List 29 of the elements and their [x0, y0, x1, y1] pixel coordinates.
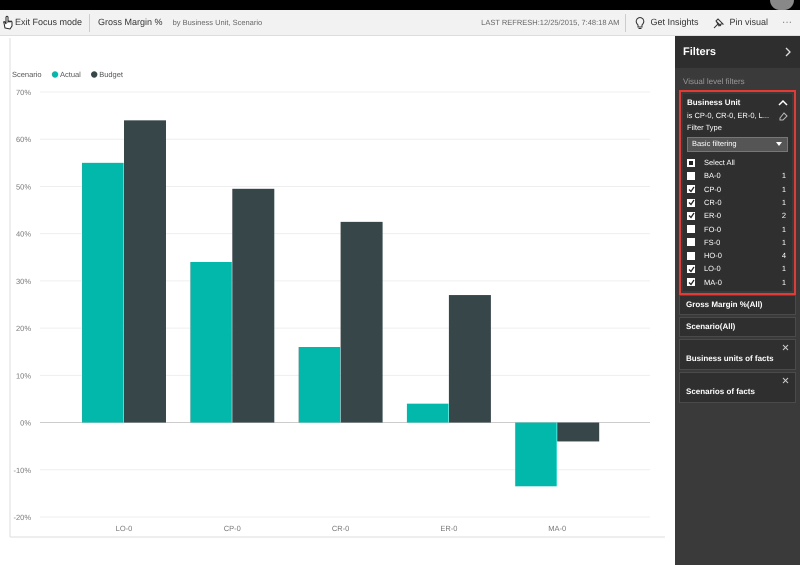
filter-card[interactable]: Gross Margin %(All) [679, 295, 796, 316]
chevron-right-icon [784, 47, 792, 57]
filter-card[interactable]: Business units of facts [679, 339, 796, 370]
pin-icon [712, 16, 726, 29]
checkbox[interactable] [687, 212, 695, 220]
lightbulb-icon [634, 16, 646, 30]
filter-field-name: Business Unit [687, 97, 740, 109]
checkbox[interactable] [687, 198, 695, 207]
checkbox[interactable] [687, 158, 695, 167]
filter-card[interactable]: Scenario(All) [679, 317, 796, 338]
checkbox[interactable] [687, 172, 695, 180]
visual-title: Gross Margin % [98, 16, 163, 29]
checkbox[interactable] [687, 238, 695, 246]
dropdown-arrow-icon [775, 140, 783, 148]
checkbox[interactable] [687, 185, 695, 194]
exit-focus-button[interactable]: Exit Focus mode [0, 15, 90, 30]
pin-visual-button[interactable]: Pin visual [712, 16, 768, 30]
more-options-button[interactable]: ··· [782, 15, 792, 30]
checkbox[interactable] [687, 278, 695, 286]
avatar[interactable] [770, 0, 794, 10]
eraser-icon [778, 110, 788, 121]
filters-title: Filters [683, 44, 716, 60]
filter-card[interactable]: Scenarios of facts [679, 372, 796, 404]
checkbox[interactable] [687, 265, 695, 274]
hand-cursor-icon [1, 15, 13, 30]
get-insights-button[interactable]: Get Insights [634, 16, 698, 30]
checkbox[interactable] [687, 252, 695, 260]
section-label: Visual level filters [682, 76, 746, 88]
checkbox[interactable] [687, 225, 695, 234]
